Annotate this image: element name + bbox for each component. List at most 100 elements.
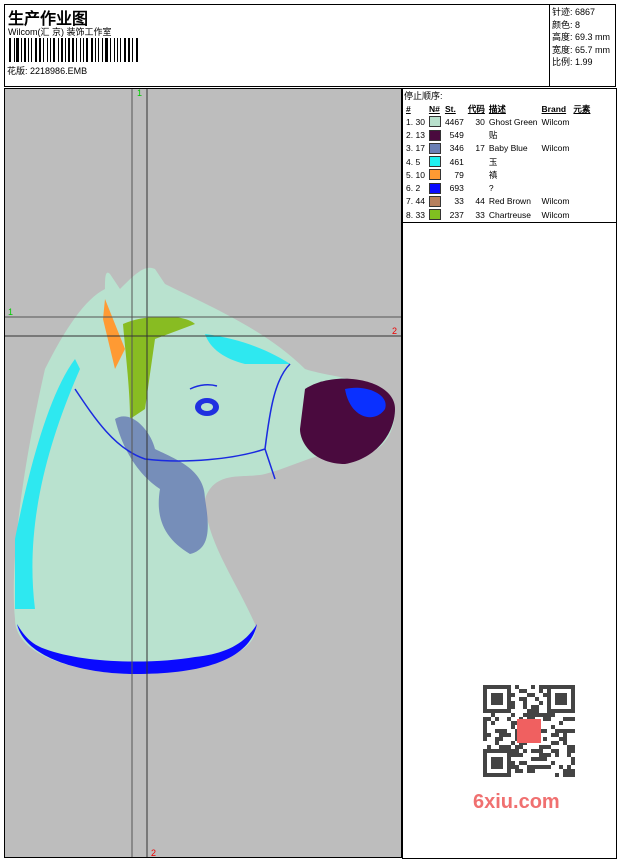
color-swatch xyxy=(427,155,443,168)
marker-right: 2 xyxy=(392,326,398,336)
header: 生产作业图 Wilcom(汇 京) 装饰工作室 花版: 2218986.EMB … xyxy=(4,4,616,87)
barcode-bar xyxy=(71,38,75,62)
design-canvas[interactable]: 1 2 1 2 xyxy=(4,88,402,858)
stitch-count: 461 xyxy=(449,156,464,167)
barcode-bar xyxy=(49,38,52,62)
info-value: 8 xyxy=(575,19,581,30)
stop-row[interactable]: 8. 33 237 33 Chartreuse Wilcom xyxy=(404,208,592,221)
barcode-bar xyxy=(86,38,88,62)
info-row: 针迹: 6867 xyxy=(552,6,614,19)
color-swatch xyxy=(427,195,443,208)
barcode-bar xyxy=(90,38,94,62)
color-code: 17 xyxy=(475,143,485,154)
row-index: 7. 44 xyxy=(406,196,425,207)
row-index: 6. 2 xyxy=(406,183,421,194)
barcode-bar xyxy=(95,38,96,62)
barcode xyxy=(9,38,139,62)
color-swatch xyxy=(427,115,443,128)
color-swatch xyxy=(427,181,443,194)
barcode-bar xyxy=(39,38,42,62)
marker-bottom: 2 xyxy=(151,848,157,858)
barcode-bar xyxy=(80,38,81,62)
brand: Wilcom xyxy=(541,116,570,127)
column-header: 描述 xyxy=(488,103,506,114)
brand: Wilcom xyxy=(541,196,570,207)
color-code: 33 xyxy=(475,209,485,220)
stop-sequence-title: 停止顺序: xyxy=(404,91,443,101)
barcode-bar xyxy=(35,38,38,62)
color-desc: ? xyxy=(488,183,494,194)
color-swatch xyxy=(427,128,443,141)
color-code xyxy=(466,155,487,168)
info-row: 比例: 1.99 xyxy=(552,56,614,69)
barcode-bar xyxy=(131,38,133,62)
barcode-bar xyxy=(13,38,15,62)
stitch-count: 693 xyxy=(449,183,464,194)
barcode-bar xyxy=(102,38,104,62)
barcode-bar xyxy=(43,38,44,62)
barcode-bar xyxy=(116,38,119,62)
info-label: 颜色: xyxy=(552,19,573,30)
design-filename: 2218986.EMB xyxy=(30,66,88,76)
row-index: 2. 13 xyxy=(406,129,425,140)
row-index: 3. 17 xyxy=(406,143,425,154)
qr-code xyxy=(483,685,575,777)
marker-top: 1 xyxy=(137,88,143,98)
color-desc: 玉 xyxy=(488,156,498,167)
barcode-bar xyxy=(20,38,22,62)
stop-row[interactable]: 6. 2 693? xyxy=(404,181,592,194)
row-index: 4. 5 xyxy=(406,156,421,167)
stop-table: # N# St. 代码 描述 Brand 元素 1. 30 4467 30 Ghost Green W… xyxy=(404,102,592,221)
info-row: 颜色: 8 xyxy=(552,19,614,32)
stitch-count: 79 xyxy=(454,169,464,180)
color-code: 30 xyxy=(475,116,485,127)
stitch-count: 33 xyxy=(454,196,464,207)
barcode-bar xyxy=(124,38,127,62)
barcode-bar xyxy=(16,38,19,62)
color-code xyxy=(466,181,487,194)
brand: Wilcom xyxy=(541,143,570,154)
row-index: 5. 10 xyxy=(406,169,425,180)
column-header: 元素 xyxy=(573,103,591,114)
brand: Wilcom xyxy=(541,209,570,220)
color-code xyxy=(466,128,487,141)
column-header: N# xyxy=(428,103,440,114)
stop-row[interactable]: 4. 5 461 玉 xyxy=(404,155,592,168)
stop-row[interactable]: 3. 17 346 17 Baby Blue Wilcom xyxy=(404,142,592,155)
stop-row[interactable]: 1. 30 4467 30 Ghost Green Wilcom xyxy=(404,115,592,128)
info-value: 1.99 xyxy=(575,57,593,67)
info-value: 6867 xyxy=(575,7,596,17)
color-desc: Baby Blue xyxy=(488,143,528,154)
watermark: 6xiu.com xyxy=(471,681,587,815)
color-swatch xyxy=(427,168,443,181)
brand xyxy=(540,128,572,141)
row-index: 1. 30 xyxy=(406,116,425,127)
watermark-text: 6xiu.com xyxy=(473,791,560,813)
barcode-bar xyxy=(58,38,60,62)
info-value: 69.3 mm xyxy=(575,32,611,42)
brand xyxy=(540,168,572,181)
stop-row[interactable]: 2. 13 549 贴 xyxy=(404,128,592,141)
info-label: 针迹: xyxy=(552,7,573,17)
color-code xyxy=(466,168,487,181)
barcode-bar xyxy=(24,38,26,62)
barcode-bar xyxy=(76,38,78,62)
design-label: 花版: xyxy=(7,66,28,76)
company-name: Wilcom(汇 京) 装饰工作室 xyxy=(8,27,112,37)
design-info: 针迹: 6867 颜色: 8 高度: 69.3 mm 宽度: 65.7 mm 比例: 1… xyxy=(549,5,616,86)
stop-row[interactable]: 7. 44 33 44 Red Brown Wilcom xyxy=(404,195,592,208)
row-index: 8. 33 xyxy=(406,209,425,220)
info-value: 65.7 mm xyxy=(575,44,611,55)
info-row: 高度: 69.3 mm xyxy=(552,31,614,44)
stop-row[interactable]: 5. 10 79 禛 xyxy=(404,168,592,181)
barcode-bar xyxy=(61,38,63,62)
marker-left: 1 xyxy=(8,307,14,317)
barcode-bar xyxy=(97,38,100,62)
stitch-count: 549 xyxy=(449,129,464,140)
color-desc: 禛 xyxy=(488,169,498,180)
barcode-bar xyxy=(53,38,56,62)
color-desc: 贴 xyxy=(488,129,498,140)
barcode-bar xyxy=(46,38,48,62)
barcode-bar xyxy=(82,38,85,62)
barcode-bar xyxy=(64,38,66,62)
